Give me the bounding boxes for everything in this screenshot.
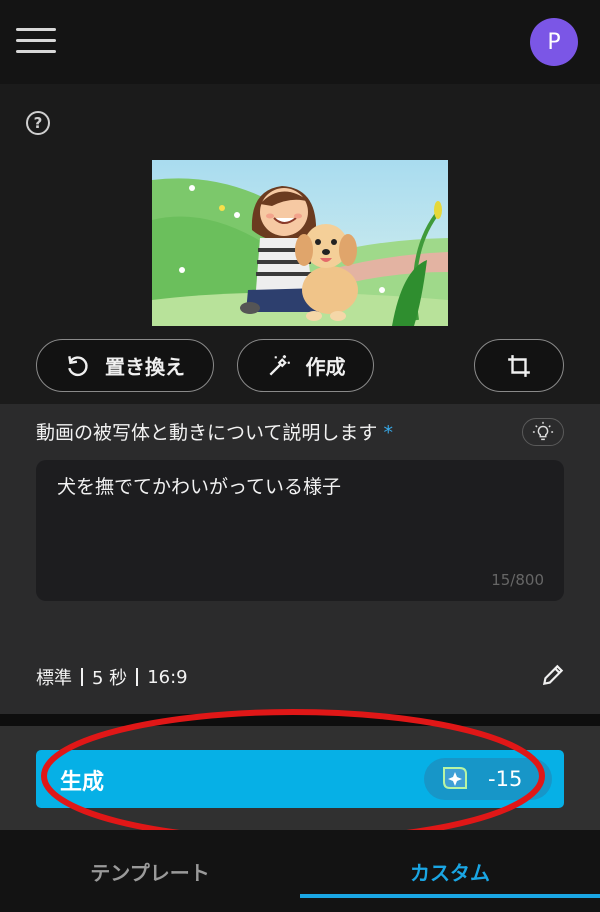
edit-settings-button[interactable] [540, 662, 566, 688]
tab-custom[interactable]: カスタム [300, 830, 600, 912]
tab-template[interactable]: テンプレート [0, 830, 300, 912]
generate-label: 生成 [60, 770, 105, 795]
undo-icon [68, 355, 88, 376]
prompt-label: 動画の被写体と動きについて説明します * [36, 418, 393, 445]
prompt-ideas-button[interactable] [522, 418, 564, 446]
generation-settings: 標準 5 秒 16:9 [36, 664, 188, 690]
character-counter: 15/800 [491, 571, 544, 589]
avatar[interactable]: P [530, 18, 578, 66]
section-divider [0, 714, 600, 726]
crop-button[interactable] [474, 339, 564, 392]
replace-label: 置き換え [105, 355, 185, 379]
required-mark: * [383, 422, 393, 444]
magic-wand-icon [268, 354, 290, 376]
help-icon[interactable]: ? [26, 111, 50, 135]
credit-gem-icon [443, 767, 467, 789]
illustration-image [152, 160, 448, 326]
ratio-setting: 16:9 [147, 666, 188, 688]
create-label: 作成 [305, 355, 346, 379]
menu-icon[interactable] [16, 26, 56, 56]
prompt-input-value: 犬を撫でてかわいがっている様子 [57, 476, 342, 498]
lightbulb-icon [532, 421, 554, 441]
active-tab-indicator [300, 894, 600, 898]
replace-button[interactable]: 置き換え [36, 339, 214, 392]
pencil-icon [542, 664, 564, 686]
crop-icon [508, 354, 530, 377]
separator [136, 668, 139, 686]
duration-setting: 5 秒 [92, 668, 128, 689]
credit-cost-badge: -15 [424, 758, 552, 800]
generate-button[interactable]: 生成 -15 [36, 750, 564, 808]
top-bar: P [0, 0, 600, 84]
image-preview [152, 160, 448, 326]
quality-setting: 標準 [36, 668, 72, 689]
prompt-label-text: 動画の被写体と動きについて説明します [36, 422, 378, 444]
credit-cost: -15 [488, 767, 523, 791]
prompt-input[interactable]: 犬を撫でてかわいがっている様子 15/800 [36, 460, 564, 601]
separator [81, 668, 83, 686]
create-button[interactable]: 作成 [237, 339, 374, 392]
bottom-tab-bar: テンプレート カスタム [0, 830, 600, 912]
